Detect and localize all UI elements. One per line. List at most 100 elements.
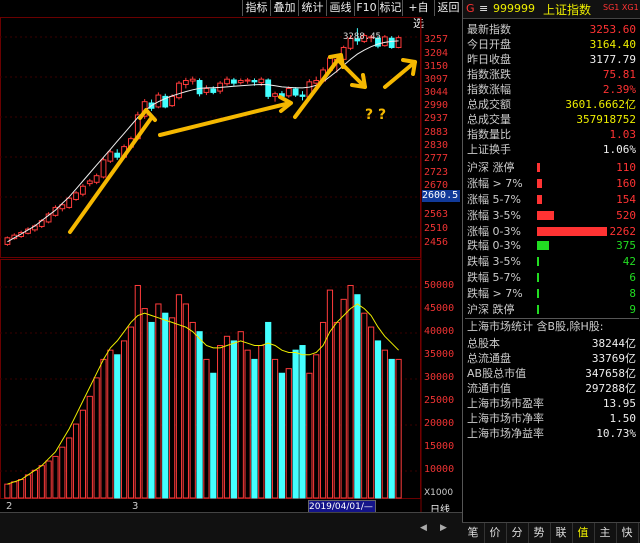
stock-name: 上证指数 — [543, 3, 592, 17]
quote-label: 上证换手 — [467, 143, 511, 156]
market-stat-value: 10.73% — [596, 427, 636, 440]
volume-bar — [127, 326, 135, 499]
volume-tick-label: 10000 — [424, 464, 455, 475]
menu-icon[interactable]: ≡ — [479, 2, 488, 15]
volume-bar — [347, 284, 354, 499]
market-stat-label: 总流通盘 — [467, 352, 511, 365]
volume-bar — [120, 340, 128, 499]
toolbar-button[interactable]: +自选 — [402, 0, 434, 30]
toolbar-button[interactable]: 返回 — [434, 0, 462, 16]
distribution-label: 跌幅 0-3% — [467, 239, 521, 252]
candle-body — [272, 93, 278, 97]
distribution-bar — [537, 305, 539, 314]
distribution-row: 涨幅 3-5% 520 — [465, 208, 639, 223]
signal-tag[interactable]: SG1 XG1 — [603, 3, 639, 12]
volume-bar — [31, 469, 38, 499]
sidebar-tab[interactable]: 分 — [506, 523, 529, 543]
toolbar-button[interactable]: 指标 — [242, 0, 270, 16]
volume-bar — [313, 354, 320, 499]
volume-unit: X1000 — [424, 488, 454, 498]
scroll-right-icon[interactable]: ▶ — [440, 523, 447, 533]
candle-body — [388, 37, 395, 48]
sidebar-tab[interactable]: 笔 — [462, 523, 485, 543]
toolbar-button[interactable]: 叠加 — [270, 0, 298, 16]
volume-bar — [196, 331, 203, 499]
sidebar-tab[interactable]: 快 — [616, 523, 639, 543]
volume-bar — [230, 340, 237, 499]
time-label: 2 — [6, 501, 13, 512]
quote-row: 总成交额 3601.6662亿 — [465, 97, 639, 112]
sidebar-tab[interactable]: 势 — [528, 523, 551, 543]
bottom-scroll-bar[interactable]: ◀ ▶ — [0, 512, 462, 543]
sidebar-tab[interactable]: 主 — [594, 523, 617, 543]
price-tick-label: 3044 — [424, 87, 449, 98]
volume-bar — [203, 358, 210, 499]
distribution-row: 涨幅 0-3% 2262 — [465, 224, 639, 239]
scroll-left-icon[interactable]: ◀ — [420, 523, 427, 533]
volume-tick-label: 50000 — [424, 280, 455, 291]
candle-body — [258, 78, 265, 84]
distribution-bar — [537, 273, 539, 282]
volume-tick-label: 25000 — [424, 395, 455, 406]
toolbar-button[interactable]: 画线 — [326, 0, 354, 16]
distribution-label: 涨幅 5-7% — [467, 193, 521, 206]
toolbar-button[interactable]: F10 — [354, 0, 378, 16]
quote-value: 1.03 — [609, 128, 637, 141]
volume-bar — [333, 321, 340, 499]
distribution-bar — [537, 211, 554, 220]
volume-bar — [24, 474, 32, 499]
quote-value: 3164.40 — [589, 38, 636, 51]
volume-bar — [162, 312, 169, 499]
sidebar-tab[interactable]: 价 — [484, 523, 507, 543]
quote-row: 最新指数 3253.60 — [465, 22, 639, 37]
candle-body — [230, 79, 237, 84]
stock-code: 999999 — [493, 2, 535, 15]
candle-body — [93, 175, 100, 183]
candle-body — [196, 80, 203, 95]
volume-bar — [361, 312, 368, 499]
market-stat-value: 1.50 — [609, 412, 637, 425]
volume-bar — [223, 335, 231, 499]
volume-bar — [141, 308, 148, 499]
volume-tick-label: 40000 — [424, 326, 455, 337]
market-stat-label: 上海市场市盈率 — [467, 397, 544, 410]
distribution-count: 2262 — [609, 225, 637, 238]
volume-bar — [388, 358, 395, 499]
toolbar-button[interactable]: 标记 — [378, 0, 402, 16]
volume-bar — [265, 321, 272, 499]
toolbar-button[interactable]: 统计 — [298, 0, 326, 16]
price-volume-chart: 3288.45 ? ? — [0, 17, 422, 512]
volume-bar — [93, 377, 100, 499]
volume-bar — [107, 349, 114, 499]
volume-tick-label: 45000 — [424, 303, 455, 314]
distribution-bar — [537, 163, 540, 172]
volume-bar — [45, 460, 52, 499]
distribution-row: 跌幅 5-7% 6 — [465, 270, 639, 285]
volume-bar — [340, 298, 347, 499]
group-marker[interactable]: G — [466, 2, 475, 15]
quote-value: 3177.79 — [589, 53, 636, 66]
distribution-row: 沪深 跌停 9 — [465, 302, 639, 317]
annotation-arrow — [68, 115, 154, 234]
quote-value: 3253.60 — [589, 23, 636, 36]
market-stat-row: 流通市值 297288亿 — [465, 381, 639, 396]
volume-bar — [100, 358, 107, 499]
volume-bar — [79, 409, 87, 499]
volume-bar — [155, 303, 162, 499]
annotation-arrow — [293, 55, 342, 119]
distribution-label: 沪深 涨停 — [467, 161, 515, 174]
volume-bar — [306, 372, 313, 499]
distribution-row: 跌幅 0-3% 375 — [465, 238, 639, 253]
volume-bar — [251, 358, 258, 499]
sidebar-tab[interactable]: 联 — [550, 523, 573, 543]
price-tick-label: 3150 — [424, 61, 449, 72]
current-price-marker: 2600.5 — [422, 190, 460, 202]
market-stat-label: 总股本 — [467, 337, 500, 350]
market-stat-value: 13.95 — [602, 397, 636, 410]
volume-bar — [4, 483, 11, 499]
volume-tick-label: 30000 — [424, 372, 455, 383]
volume-tick-label: 20000 — [424, 418, 455, 429]
volume-bar — [72, 423, 80, 499]
annotation-arrow — [158, 101, 292, 137]
sidebar-tab[interactable]: 值 — [572, 523, 595, 543]
